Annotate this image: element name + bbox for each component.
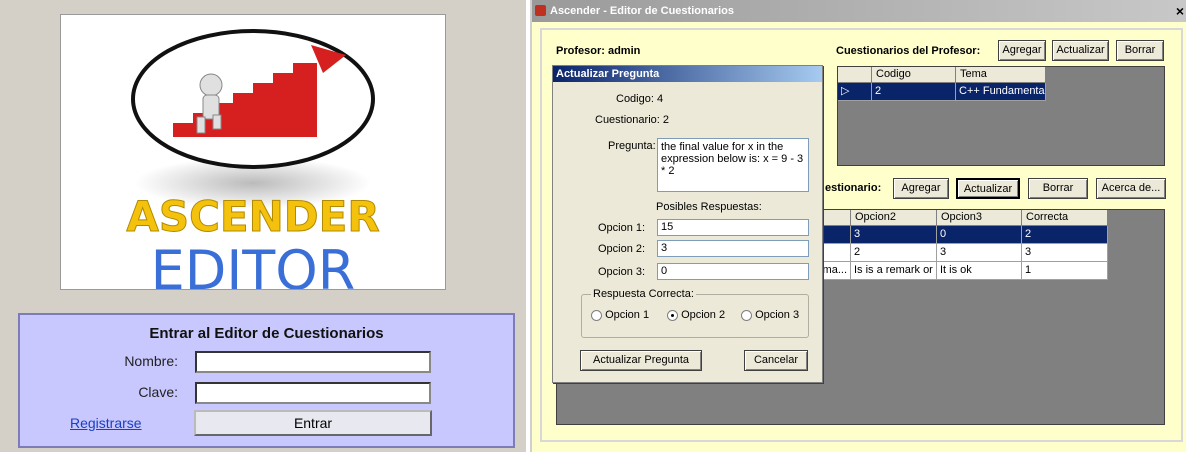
borrar-cuestionario-button[interactable]: Borrar bbox=[1116, 40, 1164, 61]
actualizar-pregunta-button[interactable]: Actualizar bbox=[956, 178, 1020, 199]
nombre-label: Nombre: bbox=[124, 353, 178, 369]
cuestionarios-label: Cuestionarios del Profesor: bbox=[836, 45, 981, 57]
pregunta-label: Pregunta: bbox=[608, 140, 656, 152]
opcion1-input[interactable]: 15 bbox=[657, 219, 809, 236]
cancelar-button[interactable]: Cancelar bbox=[744, 350, 808, 371]
logo-panel: ASCENDER EDITOR bbox=[60, 14, 446, 290]
clave-input[interactable] bbox=[195, 382, 431, 404]
column-header[interactable]: Codigo bbox=[872, 67, 956, 83]
opcion1-label: Opcion 1: bbox=[598, 222, 646, 234]
table-cell[interactable]: 2 bbox=[872, 83, 956, 101]
opcion2-label: Opcion 2: bbox=[598, 243, 646, 255]
agregar-cuestionario-button[interactable]: Agregar bbox=[998, 40, 1046, 61]
preguntas-label: estionario: bbox=[825, 182, 882, 194]
table-cell[interactable]: Is is a remark or a... bbox=[851, 262, 937, 280]
acerca-button[interactable]: Acerca de... bbox=[1096, 178, 1166, 199]
posibles-respuestas-label: Posibles Respuestas: bbox=[656, 201, 762, 213]
table-cell[interactable]: C++ Fundamentals bbox=[956, 83, 1046, 101]
table-cell[interactable]: 3 bbox=[1022, 244, 1108, 262]
actualizar-pregunta-submit-button[interactable]: Actualizar Pregunta bbox=[580, 350, 702, 371]
login-form: Entrar al Editor de Cuestionarios Nombre… bbox=[18, 313, 515, 448]
opcion2-input[interactable]: 3 bbox=[657, 240, 809, 257]
svg-text:EDITOR: EDITOR bbox=[151, 239, 356, 290]
ascender-logo: ASCENDER EDITOR bbox=[126, 29, 380, 290]
login-window: ASCENDER EDITOR Entrar al Editor de Cues… bbox=[0, 0, 526, 452]
table-cell[interactable]: It is ok bbox=[937, 262, 1022, 280]
dialog-titlebar[interactable]: Actualizar Pregunta bbox=[553, 66, 822, 82]
pregunta-textarea[interactable]: the final value for x in the expression … bbox=[657, 138, 809, 192]
radio-selected-icon bbox=[667, 309, 678, 321]
nombre-input[interactable] bbox=[195, 351, 431, 373]
table-cell[interactable]: 3 bbox=[937, 244, 1022, 262]
radio-icon bbox=[591, 309, 602, 321]
radio-opcion2[interactable]: Opcion 2 bbox=[667, 309, 725, 321]
table-cell[interactable]: 2 bbox=[851, 244, 937, 262]
radio-opcion3[interactable]: Opcion 3 bbox=[741, 309, 799, 321]
column-header[interactable]: Opcion2 bbox=[851, 210, 937, 226]
table-cell[interactable]: 3 bbox=[851, 226, 937, 244]
cuestionario-label: Cuestionario: 2 bbox=[595, 114, 669, 126]
codigo-label: Codigo: 4 bbox=[616, 93, 664, 105]
opcion3-label: Opcion 3: bbox=[598, 266, 646, 278]
borrar-pregunta-button[interactable]: Borrar bbox=[1028, 178, 1088, 199]
logo-wordmark: ASCENDER EDITOR bbox=[126, 192, 380, 290]
cuestionarios-grid[interactable]: Codigo Tema ▷ 2 C++ Fundamentals bbox=[837, 66, 1165, 166]
actualizar-pregunta-dialog: Actualizar Pregunta Codigo: 4 Cuestionar… bbox=[552, 65, 823, 383]
column-header[interactable]: Opcion3 bbox=[937, 210, 1022, 226]
actualizar-cuestionario-button[interactable]: Actualizar bbox=[1052, 40, 1109, 61]
login-title: Entrar al Editor de Cuestionarios bbox=[149, 325, 384, 342]
enter-button[interactable]: Entrar bbox=[194, 410, 432, 436]
column-header[interactable]: Tema bbox=[956, 67, 1046, 83]
column-header[interactable]: Correcta bbox=[1022, 210, 1108, 226]
profesor-label: Profesor: admin bbox=[556, 45, 641, 57]
radio-icon bbox=[741, 309, 752, 321]
window-title: Ascender - Editor de Cuestionarios bbox=[550, 5, 734, 17]
close-icon[interactable]: × bbox=[1176, 0, 1184, 22]
row-header-corner bbox=[838, 67, 872, 83]
clave-label: Clave: bbox=[138, 384, 178, 400]
svg-text:ASCENDER: ASCENDER bbox=[126, 192, 379, 241]
register-link[interactable]: Registrarse bbox=[70, 415, 142, 431]
respuesta-correcta-label: Respuesta Correcta: bbox=[591, 288, 696, 300]
table-cell[interactable]: 2 bbox=[1022, 226, 1108, 244]
radio-opcion1[interactable]: Opcion 1 bbox=[591, 309, 649, 321]
current-row-indicator-icon[interactable]: ▷ bbox=[838, 83, 872, 101]
app-icon bbox=[535, 5, 546, 16]
table-cell[interactable]: 0 bbox=[937, 226, 1022, 244]
opcion3-input[interactable]: 0 bbox=[657, 263, 809, 280]
agregar-pregunta-button[interactable]: Agregar bbox=[893, 178, 949, 199]
table-cell[interactable]: 1 bbox=[1022, 262, 1108, 280]
editor-titlebar[interactable]: Ascender - Editor de Cuestionarios × bbox=[532, 0, 1186, 22]
